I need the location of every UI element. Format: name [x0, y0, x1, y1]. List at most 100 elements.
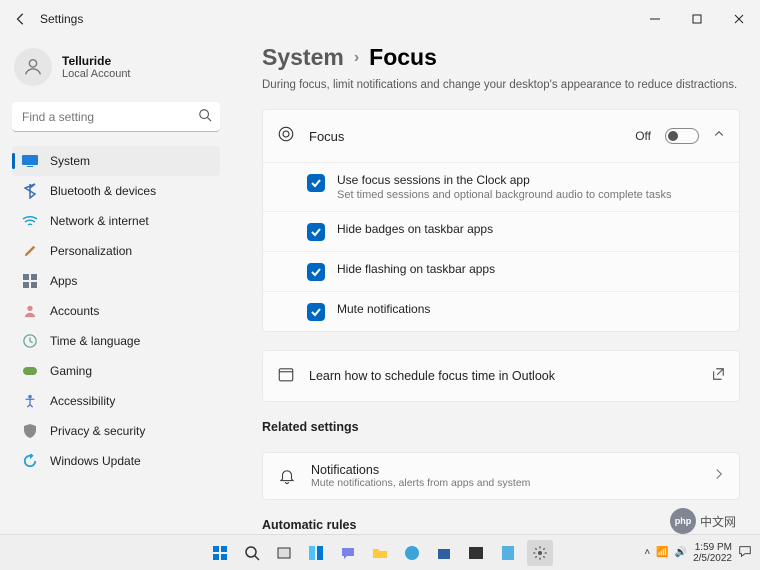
nav-list: System Bluetooth & devices Network & inter…	[12, 146, 220, 476]
related-title: Related settings	[262, 420, 740, 434]
focus-toggle[interactable]	[665, 128, 699, 144]
nav-item-accounts[interactable]: Accounts	[12, 296, 220, 326]
nav-label: Network & internet	[50, 214, 149, 228]
focus-state: Off	[635, 129, 651, 143]
time-icon	[22, 333, 38, 349]
chevron-right-icon: ›	[354, 49, 359, 67]
bluetooth-icon	[22, 183, 38, 199]
nav-item-time-language[interactable]: Time & language	[12, 326, 220, 356]
bell-icon	[277, 467, 297, 485]
nav-item-personalization[interactable]: Personalization	[12, 236, 220, 266]
maximize-button[interactable]	[676, 4, 718, 34]
chevron-right-icon	[713, 467, 725, 485]
nav-item-network-internet[interactable]: Network & internet	[12, 206, 220, 236]
nav-label: Apps	[50, 274, 77, 288]
wifi-icon[interactable]: 📶	[656, 547, 668, 558]
notifications-sub: Mute notifications, alerts from apps and…	[311, 477, 699, 489]
nav-item-privacy-security[interactable]: Privacy & security	[12, 416, 220, 446]
outlook-label: Learn how to schedule focus time in Outl…	[309, 369, 697, 383]
option-label: Mute notifications	[337, 302, 430, 316]
nav-label: Privacy & security	[50, 424, 145, 438]
notifications-title: Notifications	[311, 463, 699, 477]
checkbox[interactable]	[307, 174, 325, 192]
nav-label: Accessibility	[50, 394, 115, 408]
taskview-button[interactable]	[271, 540, 297, 566]
window-title: Settings	[40, 12, 83, 26]
external-link-icon	[711, 367, 725, 386]
checkbox[interactable]	[307, 223, 325, 241]
nav-label: Accounts	[50, 304, 99, 318]
nav-label: Windows Update	[50, 454, 141, 468]
checkbox[interactable]	[307, 303, 325, 321]
notes-button[interactable]	[495, 540, 521, 566]
focus-option: Hide badges on taskbar apps	[263, 211, 739, 251]
nav-label: System	[50, 154, 90, 168]
chevron-up-icon[interactable]	[713, 127, 725, 145]
system-icon	[22, 153, 38, 169]
nav-item-apps[interactable]: Apps	[12, 266, 220, 296]
focus-option: Hide flashing on taskbar apps	[263, 251, 739, 291]
search-box[interactable]	[12, 102, 220, 132]
focus-title: Focus	[309, 129, 621, 144]
search-input[interactable]	[12, 102, 220, 132]
nav-item-gaming[interactable]: Gaming	[12, 356, 220, 386]
access-icon	[22, 393, 38, 409]
shield-icon	[22, 423, 38, 439]
back-button[interactable]	[12, 10, 30, 28]
nav-label: Personalization	[50, 244, 132, 258]
game-icon	[22, 363, 38, 379]
system-tray[interactable]: ˄ 📶 🔊 1:59 PM 2/5/2022	[644, 542, 752, 564]
close-button[interactable]	[718, 4, 760, 34]
volume-icon[interactable]: 🔊	[675, 547, 687, 558]
nav-item-bluetooth-devices[interactable]: Bluetooth & devices	[12, 176, 220, 206]
clock[interactable]: 1:59 PM 2/5/2022	[693, 542, 732, 564]
option-sub: Set timed sessions and optional backgrou…	[337, 189, 671, 201]
notification-center-icon[interactable]	[738, 544, 752, 561]
user-sub: Local Account	[62, 68, 131, 80]
nav-label: Gaming	[50, 364, 92, 378]
update-icon	[22, 453, 38, 469]
minimize-button[interactable]	[634, 4, 676, 34]
page-description: During focus, limit notifications and ch…	[262, 79, 740, 91]
store-button[interactable]	[431, 540, 457, 566]
checkbox[interactable]	[307, 263, 325, 281]
watermark-text: 中文网	[700, 513, 736, 530]
breadcrumb: System › Focus	[262, 44, 740, 71]
notifications-card[interactable]: Notifications Mute notifications, alerts…	[262, 452, 740, 500]
terminal-button[interactable]	[463, 540, 489, 566]
search-icon	[198, 108, 212, 127]
wifi-icon	[22, 213, 38, 229]
taskbar-search[interactable]	[239, 540, 265, 566]
avatar	[14, 48, 52, 86]
nav-label: Time & language	[50, 334, 140, 348]
outlook-link-card[interactable]: Learn how to schedule focus time in Outl…	[262, 350, 740, 402]
watermark: php 中文网	[670, 508, 736, 534]
nav-item-accessibility[interactable]: Accessibility	[12, 386, 220, 416]
edge-button[interactable]	[399, 540, 425, 566]
user-name: Telluride	[62, 54, 131, 68]
tray-chevron-icon[interactable]: ˄	[644, 547, 650, 558]
nav-item-system[interactable]: System	[12, 146, 220, 176]
sidebar: Telluride Local Account System Bluetooth …	[0, 38, 232, 534]
main-content: System › Focus During focus, limit notif…	[232, 38, 760, 534]
focus-icon	[277, 125, 295, 148]
brush-icon	[22, 243, 38, 259]
chat-button[interactable]	[335, 540, 361, 566]
nav-item-windows-update[interactable]: Windows Update	[12, 446, 220, 476]
breadcrumb-current: Focus	[369, 44, 437, 71]
explorer-button[interactable]	[367, 540, 393, 566]
widgets-button[interactable]	[303, 540, 329, 566]
automatic-rules-title: Automatic rules	[262, 518, 740, 532]
taskbar: ˄ 📶 🔊 1:59 PM 2/5/2022	[0, 534, 760, 570]
focus-header[interactable]: Focus Off	[263, 110, 739, 162]
user-block[interactable]: Telluride Local Account	[12, 46, 220, 98]
apps-icon	[22, 273, 38, 289]
start-button[interactable]	[207, 540, 233, 566]
watermark-logo: php	[670, 508, 696, 534]
breadcrumb-parent[interactable]: System	[262, 44, 344, 71]
focus-option: Mute notifications	[263, 291, 739, 331]
focus-card: Focus Off Use focus sessions in the Cloc…	[262, 109, 740, 332]
titlebar: Settings	[0, 0, 760, 38]
account-icon	[22, 303, 38, 319]
settings-button[interactable]	[527, 540, 553, 566]
